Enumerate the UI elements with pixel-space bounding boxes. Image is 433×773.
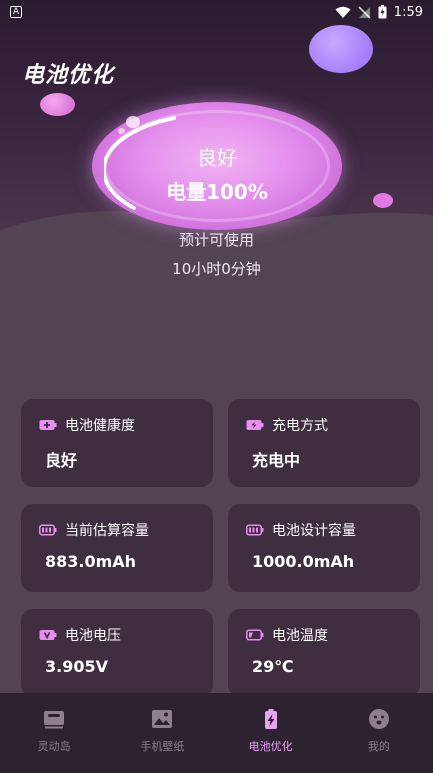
dynamic-island-icon bbox=[44, 711, 65, 729]
tab-dynamic-island[interactable]: 灵动岛 bbox=[0, 693, 108, 773]
decor-bubble bbox=[309, 25, 373, 73]
tab-label: 手机壁纸 bbox=[140, 740, 185, 753]
card-voltage[interactable]: 电池电压 3.905V bbox=[21, 609, 213, 697]
battery-bolt-icon bbox=[264, 709, 277, 729]
usage-value: 10小时0分钟 bbox=[172, 260, 261, 278]
wallpaper-icon bbox=[152, 710, 173, 728]
decor-bubble bbox=[373, 193, 393, 208]
card-charging-mode[interactable]: 充电方式 充电中 bbox=[228, 399, 420, 487]
card-value: 29℃ bbox=[252, 657, 294, 676]
card-value: 883.0mAh bbox=[45, 552, 137, 571]
tab-wallpaper[interactable]: 手机壁纸 bbox=[108, 693, 216, 773]
battery-charging-icon bbox=[246, 420, 264, 430]
signal-off-icon bbox=[358, 6, 371, 18]
face-icon bbox=[368, 709, 389, 729]
battery-level-icon bbox=[39, 524, 57, 536]
status-bar: A 1:59 bbox=[0, 0, 433, 24]
card-label: 电池电压 bbox=[65, 628, 121, 644]
battery-voltage-icon bbox=[39, 630, 57, 640]
card-label: 电池设计容量 bbox=[272, 523, 356, 539]
card-label: 当前估算容量 bbox=[65, 523, 149, 539]
wifi-icon bbox=[335, 6, 351, 18]
card-value: 充电中 bbox=[252, 451, 301, 470]
card-label: 电池健康度 bbox=[65, 418, 135, 434]
card-temperature[interactable]: 电池温度 29℃ bbox=[228, 609, 420, 697]
tab-mine[interactable]: 我的 bbox=[325, 693, 433, 773]
notification-a-icon: A bbox=[10, 6, 22, 18]
card-value: 3.905V bbox=[45, 657, 108, 676]
battery-orb: 良好 电量100% bbox=[92, 102, 342, 230]
clock: 1:59 bbox=[393, 4, 423, 20]
bottom-nav: 灵动岛 手机壁纸 电池优化 我的 bbox=[0, 693, 433, 773]
tab-label: 我的 bbox=[367, 740, 390, 753]
battery-charging-icon bbox=[378, 5, 387, 19]
page-title: 电池优化 bbox=[22, 63, 115, 88]
card-design-capacity[interactable]: 电池设计容量 1000.0mAh bbox=[228, 504, 420, 592]
card-estimated-capacity[interactable]: 当前估算容量 883.0mAh bbox=[21, 504, 213, 592]
battery-level: 电量100% bbox=[166, 180, 268, 204]
orb-highlight bbox=[126, 116, 140, 128]
card-label: 充电方式 bbox=[272, 418, 328, 434]
tab-battery-optimize[interactable]: 电池优化 bbox=[217, 693, 325, 773]
battery-level-icon bbox=[246, 524, 264, 536]
battery-temperature-icon bbox=[246, 629, 264, 641]
battery-status: 良好 bbox=[197, 146, 237, 170]
tab-label: 电池优化 bbox=[248, 740, 293, 753]
usage-label: 预计可使用 bbox=[178, 231, 254, 249]
card-battery-health[interactable]: 电池健康度 良好 bbox=[21, 399, 213, 487]
tab-label: 灵动岛 bbox=[37, 740, 71, 753]
orb-highlight bbox=[118, 128, 125, 134]
card-label: 电池温度 bbox=[272, 628, 328, 644]
card-value: 1000.0mAh bbox=[252, 552, 355, 571]
decor-bubble bbox=[40, 93, 75, 116]
battery-plus-icon bbox=[39, 420, 57, 430]
card-value: 良好 bbox=[45, 451, 78, 470]
